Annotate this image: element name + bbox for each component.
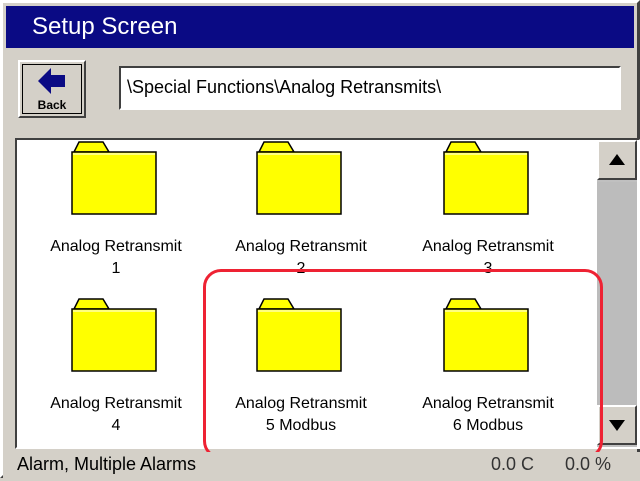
left-arrow-icon: [38, 68, 65, 94]
folder-label-line2: 3: [483, 260, 493, 277]
folder-label-line2: 5 Modbus: [265, 417, 337, 434]
folder-label-line1: Analog Retransmit: [50, 395, 182, 412]
scroll-down-arrow-icon: [609, 420, 625, 431]
folder-icon: [256, 298, 342, 372]
folder-label-line1: Analog Retransmit: [422, 238, 554, 255]
folder-item[interactable]: Analog Retransmit 2: [206, 140, 396, 290]
folder-label-line2: 1: [111, 260, 121, 277]
back-label: Back: [37, 98, 67, 112]
folder-label-line1: Analog Retransmit: [235, 395, 367, 412]
folder-item[interactable]: Analog Retransmit 3: [393, 140, 583, 290]
folder-icon: [443, 141, 529, 215]
temperature-readout: 0.0 C: [491, 454, 535, 474]
folder-label: Analog Retransmit 3: [393, 236, 583, 280]
folder-label: Analog Retransmit 6 Modbus: [393, 393, 583, 437]
back-button[interactable]: Back: [18, 60, 86, 118]
folder-icon: [256, 141, 342, 215]
folder-label: Analog Retransmit 2: [206, 236, 396, 280]
status-bar: Alarm, Multiple Alarms 0.0 C 0.0 %: [3, 452, 640, 481]
path-field[interactable]: \Special Functions\Analog Retransmits\: [119, 66, 621, 110]
folder-item[interactable]: Analog Retransmit 4: [21, 297, 211, 447]
folder-item[interactable]: Analog Retransmit 5 Modbus: [206, 297, 396, 447]
folder-label-line1: Analog Retransmit: [235, 238, 367, 255]
folder-label: Analog Retransmit 5 Modbus: [206, 393, 396, 437]
folder-label: Analog Retransmit 1: [21, 236, 211, 280]
setup-window: Setup Screen Back \Special Functions\Ana…: [0, 0, 640, 481]
folder-icon: [71, 298, 157, 372]
folder-browser: Analog Retransmit 1 Analog Retransmit 2 Anal…: [15, 138, 640, 449]
scroll-up-arrow-icon: [609, 154, 625, 165]
scroll-up-button[interactable]: [597, 140, 637, 180]
folder-label-line1: Analog Retransmit: [50, 238, 182, 255]
folder-label-line2: 2: [296, 260, 306, 277]
folder-item[interactable]: Analog Retransmit 6 Modbus: [393, 297, 583, 447]
alarm-status[interactable]: Alarm, Multiple Alarms: [17, 454, 196, 475]
folder-label-line2: 6 Modbus: [452, 417, 524, 434]
folder-label-line1: Analog Retransmit: [422, 395, 554, 412]
scroll-track[interactable]: [597, 182, 637, 405]
title-bar: Setup Screen: [6, 6, 634, 48]
folder-icon: [443, 298, 529, 372]
folder-item[interactable]: Analog Retransmit 1: [21, 140, 211, 290]
folder-icon: [71, 141, 157, 215]
vertical-scrollbar[interactable]: [597, 140, 637, 447]
scroll-down-button[interactable]: [597, 405, 637, 445]
folder-label: Analog Retransmit 4: [21, 393, 211, 437]
folder-label-line2: 4: [111, 417, 121, 434]
percent-readout: 0.0 %: [565, 454, 612, 474]
